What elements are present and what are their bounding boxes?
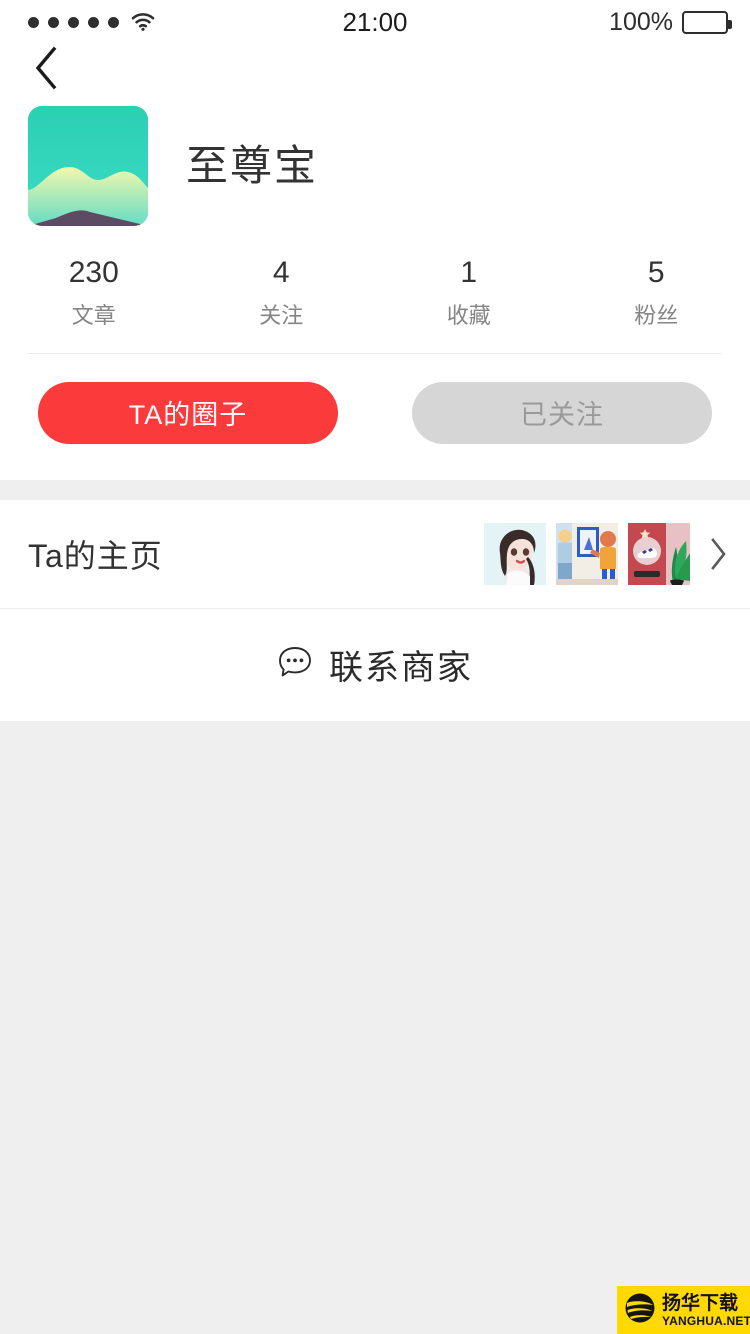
thumbnail-strip bbox=[484, 522, 690, 585]
section-gap bbox=[0, 479, 750, 500]
stat-collections[interactable]: 1 收藏 bbox=[375, 256, 563, 330]
following-button[interactable]: 已关注 bbox=[412, 381, 712, 444]
stat-label: 关注 bbox=[259, 302, 304, 328]
username: 至尊宝 bbox=[186, 142, 319, 189]
watermark: 扬华下载 YANGHUA.NET bbox=[617, 1286, 750, 1334]
contact-merchant-label: 联系商家 bbox=[329, 649, 473, 687]
chat-bubble-icon bbox=[277, 644, 313, 685]
stat-label: 收藏 bbox=[446, 302, 491, 328]
stat-value: 4 bbox=[272, 256, 290, 289]
links-block: Ta的主页 联系商家 bbox=[0, 499, 750, 721]
empty-content-area bbox=[0, 720, 750, 1331]
battery-tip bbox=[728, 19, 732, 29]
thumb-girl-illustration[interactable] bbox=[484, 522, 546, 585]
battery-percent-label: 100% bbox=[609, 7, 673, 36]
ta-circle-button[interactable]: TA的圈子 bbox=[38, 381, 338, 444]
status-bar: 21:00 100% bbox=[0, 0, 750, 44]
chevron-left-icon bbox=[32, 45, 60, 96]
profile-card: 至尊宝 230 文章 4 关注 1 收藏 5 粉丝 TA的圈子 已关注 bbox=[0, 88, 750, 480]
stat-articles[interactable]: 230 文章 bbox=[0, 256, 188, 330]
watermark-text: 扬华下载 YANGHUA.NET bbox=[662, 1294, 750, 1327]
watermark-en: YANGHUA.NET bbox=[662, 1313, 750, 1328]
chevron-right-icon bbox=[708, 537, 728, 571]
stat-value: 5 bbox=[647, 256, 665, 289]
avatar[interactable] bbox=[28, 106, 148, 226]
battery-icon bbox=[682, 10, 732, 34]
watermark-logo-icon bbox=[623, 1291, 657, 1330]
nav-bar bbox=[0, 44, 750, 89]
stat-fans[interactable]: 5 粉丝 bbox=[563, 256, 750, 330]
status-bar-right: 100% bbox=[609, 0, 732, 44]
app-screen: 21:00 100% 至尊宝 230 文章 4 关注 1 收藏 5 粉丝 TA的… bbox=[0, 0, 750, 1334]
profile-identity-row: 至尊宝 bbox=[0, 88, 750, 226]
ta-homepage-row[interactable]: Ta的主页 bbox=[0, 500, 750, 608]
stat-value: 1 bbox=[460, 256, 478, 289]
watermark-cn: 扬华下载 bbox=[662, 1292, 739, 1314]
stat-label: 粉丝 bbox=[634, 302, 679, 328]
thumb-shoe-vending-plant[interactable] bbox=[628, 522, 690, 585]
profile-stats: 230 文章 4 关注 1 收藏 5 粉丝 bbox=[0, 226, 750, 330]
stat-value: 230 bbox=[68, 256, 119, 289]
stat-label: 文章 bbox=[71, 302, 116, 328]
back-button[interactable] bbox=[18, 44, 74, 96]
profile-action-buttons: TA的圈子 已关注 bbox=[0, 354, 750, 480]
stat-following[interactable]: 4 关注 bbox=[188, 256, 376, 330]
ta-homepage-label: Ta的主页 bbox=[28, 537, 163, 574]
contact-merchant-row[interactable]: 联系商家 bbox=[0, 609, 750, 721]
thumb-gallery-cartoon[interactable] bbox=[556, 522, 618, 585]
